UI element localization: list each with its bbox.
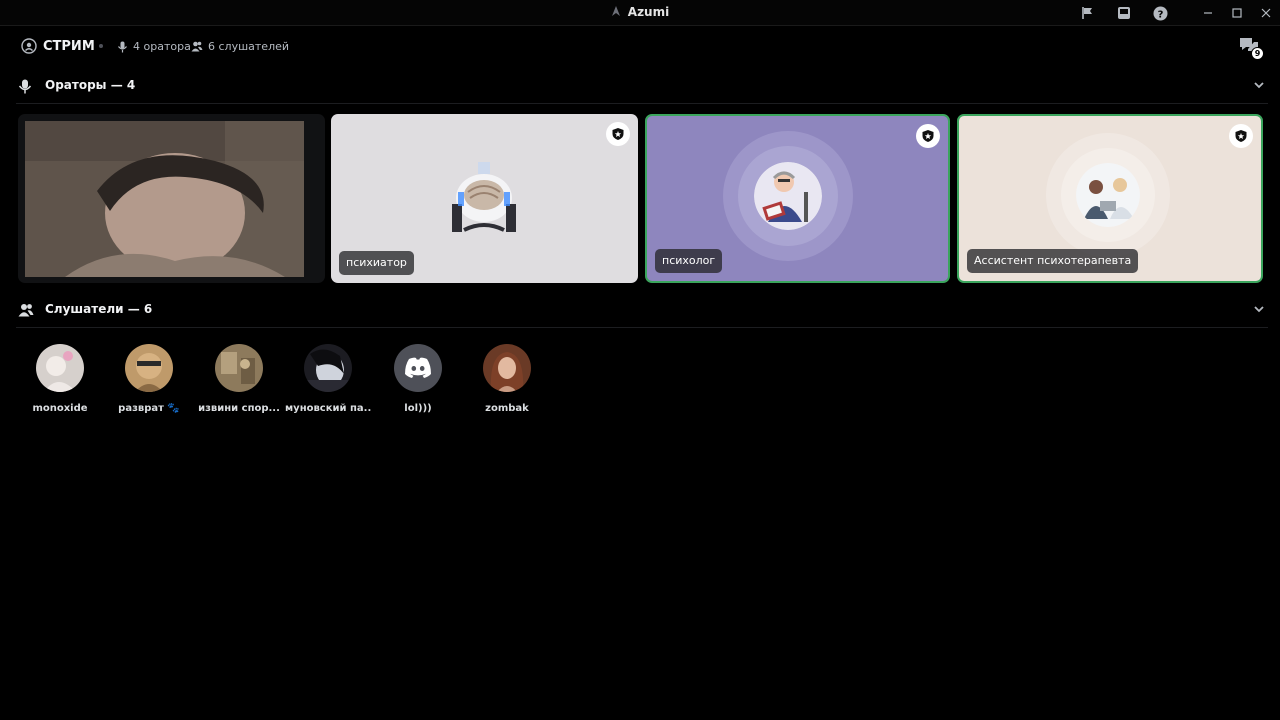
listener-name: разврат 🐾 (118, 403, 180, 414)
listener-name: lol))) (404, 403, 432, 414)
shield-icon (922, 130, 934, 142)
people-icon (191, 41, 203, 52)
speakers-section-label: Ораторы — 4 (45, 78, 136, 92)
avatar (304, 344, 352, 392)
help-icon[interactable]: ? (1151, 4, 1169, 22)
speakers-count: 4 оратора (117, 40, 191, 53)
speaker-tile-speaking[interactable]: Ассистент психотерапевта (957, 114, 1263, 283)
moderator-badge (916, 124, 940, 148)
listeners-section-label: Слушатели — 6 (45, 302, 153, 316)
listener-item[interactable]: муновский па... (285, 344, 371, 414)
listener-item[interactable]: zombak (464, 344, 550, 414)
speaker-tile[interactable]: психиатор (331, 114, 638, 283)
minimize-button[interactable] (1196, 2, 1220, 24)
avatar (754, 162, 822, 230)
avatar (125, 344, 173, 392)
avatar (1076, 163, 1140, 227)
speakers-section-header[interactable]: Ораторы — 4 (16, 68, 1268, 104)
listeners-section-header[interactable]: Слушатели — 6 (16, 292, 1268, 328)
speakers-count-text: 4 оратора (133, 40, 191, 53)
listeners-count-text: 6 слушателей (208, 40, 290, 53)
avatar (36, 344, 84, 392)
avatar (483, 344, 531, 392)
moderator-badge (1229, 124, 1253, 148)
stream-title-text: СТРИМ (43, 38, 95, 54)
threads-badge: 9 (1251, 47, 1264, 60)
stream-header: СТРИМ 4 оратора 6 слушателей 9 (0, 26, 1280, 68)
svg-text:?: ? (1157, 9, 1163, 20)
speaker-name: психиатор (339, 251, 414, 275)
shield-icon (1235, 130, 1247, 142)
avatar (215, 344, 263, 392)
camera-feed (25, 121, 304, 277)
speaker-tile-speaking[interactable]: психолог (645, 114, 950, 283)
microphone-icon (118, 41, 127, 52)
separator-dot (99, 44, 103, 48)
listener-name: zombak (485, 403, 529, 414)
listener-item[interactable]: извини спор... (196, 344, 282, 414)
maximize-button[interactable] (1225, 2, 1249, 24)
discord-icon (405, 357, 431, 378)
chevron-down-icon[interactable] (1252, 78, 1266, 92)
listener-item[interactable]: lol))) (375, 344, 461, 414)
stage-icon (21, 38, 37, 54)
people-icon (18, 304, 34, 317)
stream-title: СТРИМ (21, 38, 95, 54)
speaker-tile-video[interactable] (18, 114, 325, 283)
listener-item[interactable]: разврат 🐾 (106, 344, 192, 414)
inbox-icon[interactable] (1115, 4, 1133, 22)
title-bar: Azumi ? (0, 0, 1280, 26)
listener-name: муновский па... (285, 403, 371, 414)
listeners-count: 6 слушателей (191, 40, 289, 53)
flag-icon[interactable] (1079, 4, 1097, 22)
close-button[interactable] (1254, 2, 1278, 24)
microphone-icon (18, 79, 32, 94)
avatar (452, 162, 516, 232)
app-logo-icon (611, 6, 620, 16)
avatar (394, 344, 442, 392)
listener-item[interactable]: monoxide (17, 344, 103, 414)
moderator-badge (606, 122, 630, 146)
listener-name: извини спор... (198, 403, 280, 414)
listener-name: monoxide (32, 403, 88, 414)
threads-button[interactable]: 9 (1238, 36, 1264, 60)
shield-icon (612, 128, 624, 140)
speaker-name: психолог (655, 249, 723, 273)
chevron-down-icon[interactable] (1252, 302, 1266, 316)
speaker-name: Ассистент психотерапевта (967, 249, 1139, 273)
window-title-text: Azumi (627, 5, 670, 19)
